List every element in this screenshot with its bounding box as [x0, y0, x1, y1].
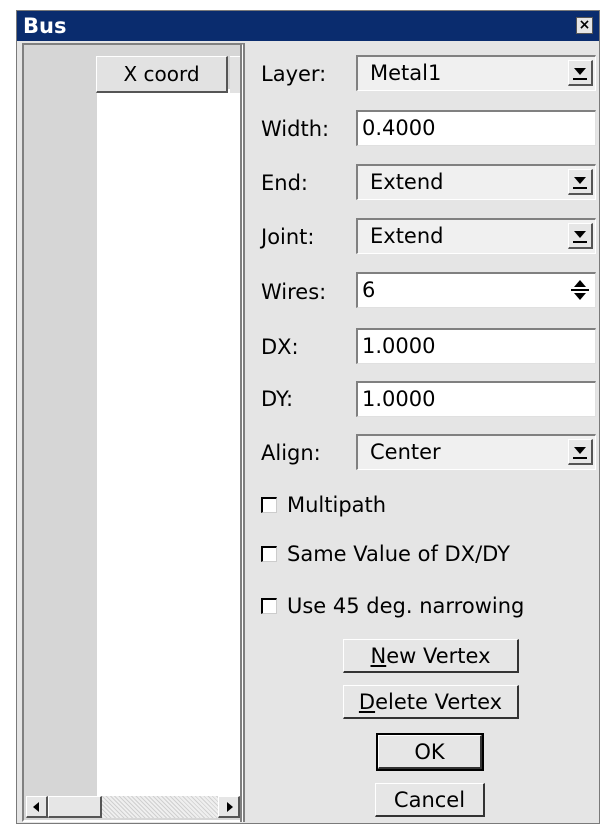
checkbox-box[interactable]: [261, 546, 277, 562]
chevron-down-icon: [574, 447, 586, 454]
wires-label: Wires:: [261, 280, 327, 304]
ok-button[interactable]: OK: [376, 733, 484, 771]
dx-field[interactable]: 1.0000: [356, 328, 596, 364]
align-label: Align:: [261, 441, 321, 465]
title-bar[interactable]: Bus ×: [17, 11, 599, 41]
arrow-left-icon: [33, 802, 39, 812]
width-field[interactable]: 0.4000: [356, 110, 596, 146]
narrowing-label: Use 45 deg. narrowing: [287, 594, 525, 618]
horizontal-scrollbar[interactable]: [26, 796, 240, 818]
dropdown-bar: [573, 241, 587, 243]
delete-vertex-mnemonic: D: [358, 689, 376, 714]
delete-vertex-button[interactable]: Delete Vertex: [343, 685, 519, 719]
column-header-x-coord[interactable]: X coord: [96, 56, 228, 93]
layer-combo[interactable]: Metal1: [356, 55, 596, 91]
checkbox-box[interactable]: [261, 497, 277, 513]
align-dropdown-button[interactable]: [568, 439, 593, 465]
end-value: Extend: [370, 170, 444, 194]
close-icon[interactable]: ×: [576, 17, 593, 34]
dx-label: DX:: [261, 335, 299, 359]
dropdown-bar: [573, 457, 587, 459]
scroll-thumb[interactable]: [48, 796, 102, 818]
checkbox-box[interactable]: [261, 598, 277, 614]
align-combo[interactable]: Center: [356, 434, 596, 470]
spin-separator: [571, 289, 589, 291]
spin-up-arrow: [574, 280, 586, 287]
dy-field[interactable]: 1.0000: [356, 381, 596, 417]
dy-label: DY:: [261, 387, 294, 411]
cancel-button[interactable]: Cancel: [375, 783, 485, 817]
joint-value: Extend: [370, 224, 444, 248]
dropdown-bar: [573, 187, 587, 189]
align-value: Center: [370, 440, 441, 464]
spin-down-arrow: [574, 293, 586, 300]
width-label: Width:: [261, 117, 330, 141]
end-combo[interactable]: Extend: [356, 164, 596, 200]
new-vertex-button[interactable]: New Vertex: [343, 639, 519, 673]
multipath-label: Multipath: [287, 493, 387, 517]
spinner-arrows-icon[interactable]: [571, 278, 589, 304]
pane-splitter[interactable]: [240, 43, 245, 822]
scroll-track[interactable]: [102, 796, 218, 818]
scroll-left-button[interactable]: [26, 796, 48, 818]
chevron-down-icon: [574, 231, 586, 238]
window-title: Bus: [23, 14, 67, 38]
joint-combo[interactable]: Extend: [356, 218, 596, 254]
layer-dropdown-button[interactable]: [568, 60, 593, 86]
vertex-list-body[interactable]: [97, 89, 242, 801]
joint-dropdown-button[interactable]: [568, 223, 593, 249]
layer-value: Metal1: [370, 61, 442, 85]
scroll-right-button[interactable]: [218, 796, 240, 818]
new-vertex-mnemonic: N: [370, 643, 387, 668]
same-dxdy-label: Same Value of DX/DY: [287, 542, 510, 566]
chevron-down-icon: [574, 177, 586, 184]
dropdown-bar: [573, 78, 587, 80]
wires-value: 6: [362, 278, 376, 302]
end-dropdown-button[interactable]: [568, 169, 593, 195]
wires-spinbox[interactable]: 6: [356, 272, 596, 308]
vertex-list[interactable]: X coord: [22, 43, 244, 822]
chevron-down-icon: [574, 68, 586, 75]
delete-vertex-label: elete Vertex: [375, 689, 503, 714]
end-label: End:: [261, 171, 308, 195]
new-vertex-label: ew Vertex: [386, 643, 491, 668]
joint-label: Joint:: [261, 225, 315, 249]
arrow-right-icon: [227, 802, 233, 812]
layer-label: Layer:: [261, 62, 327, 86]
